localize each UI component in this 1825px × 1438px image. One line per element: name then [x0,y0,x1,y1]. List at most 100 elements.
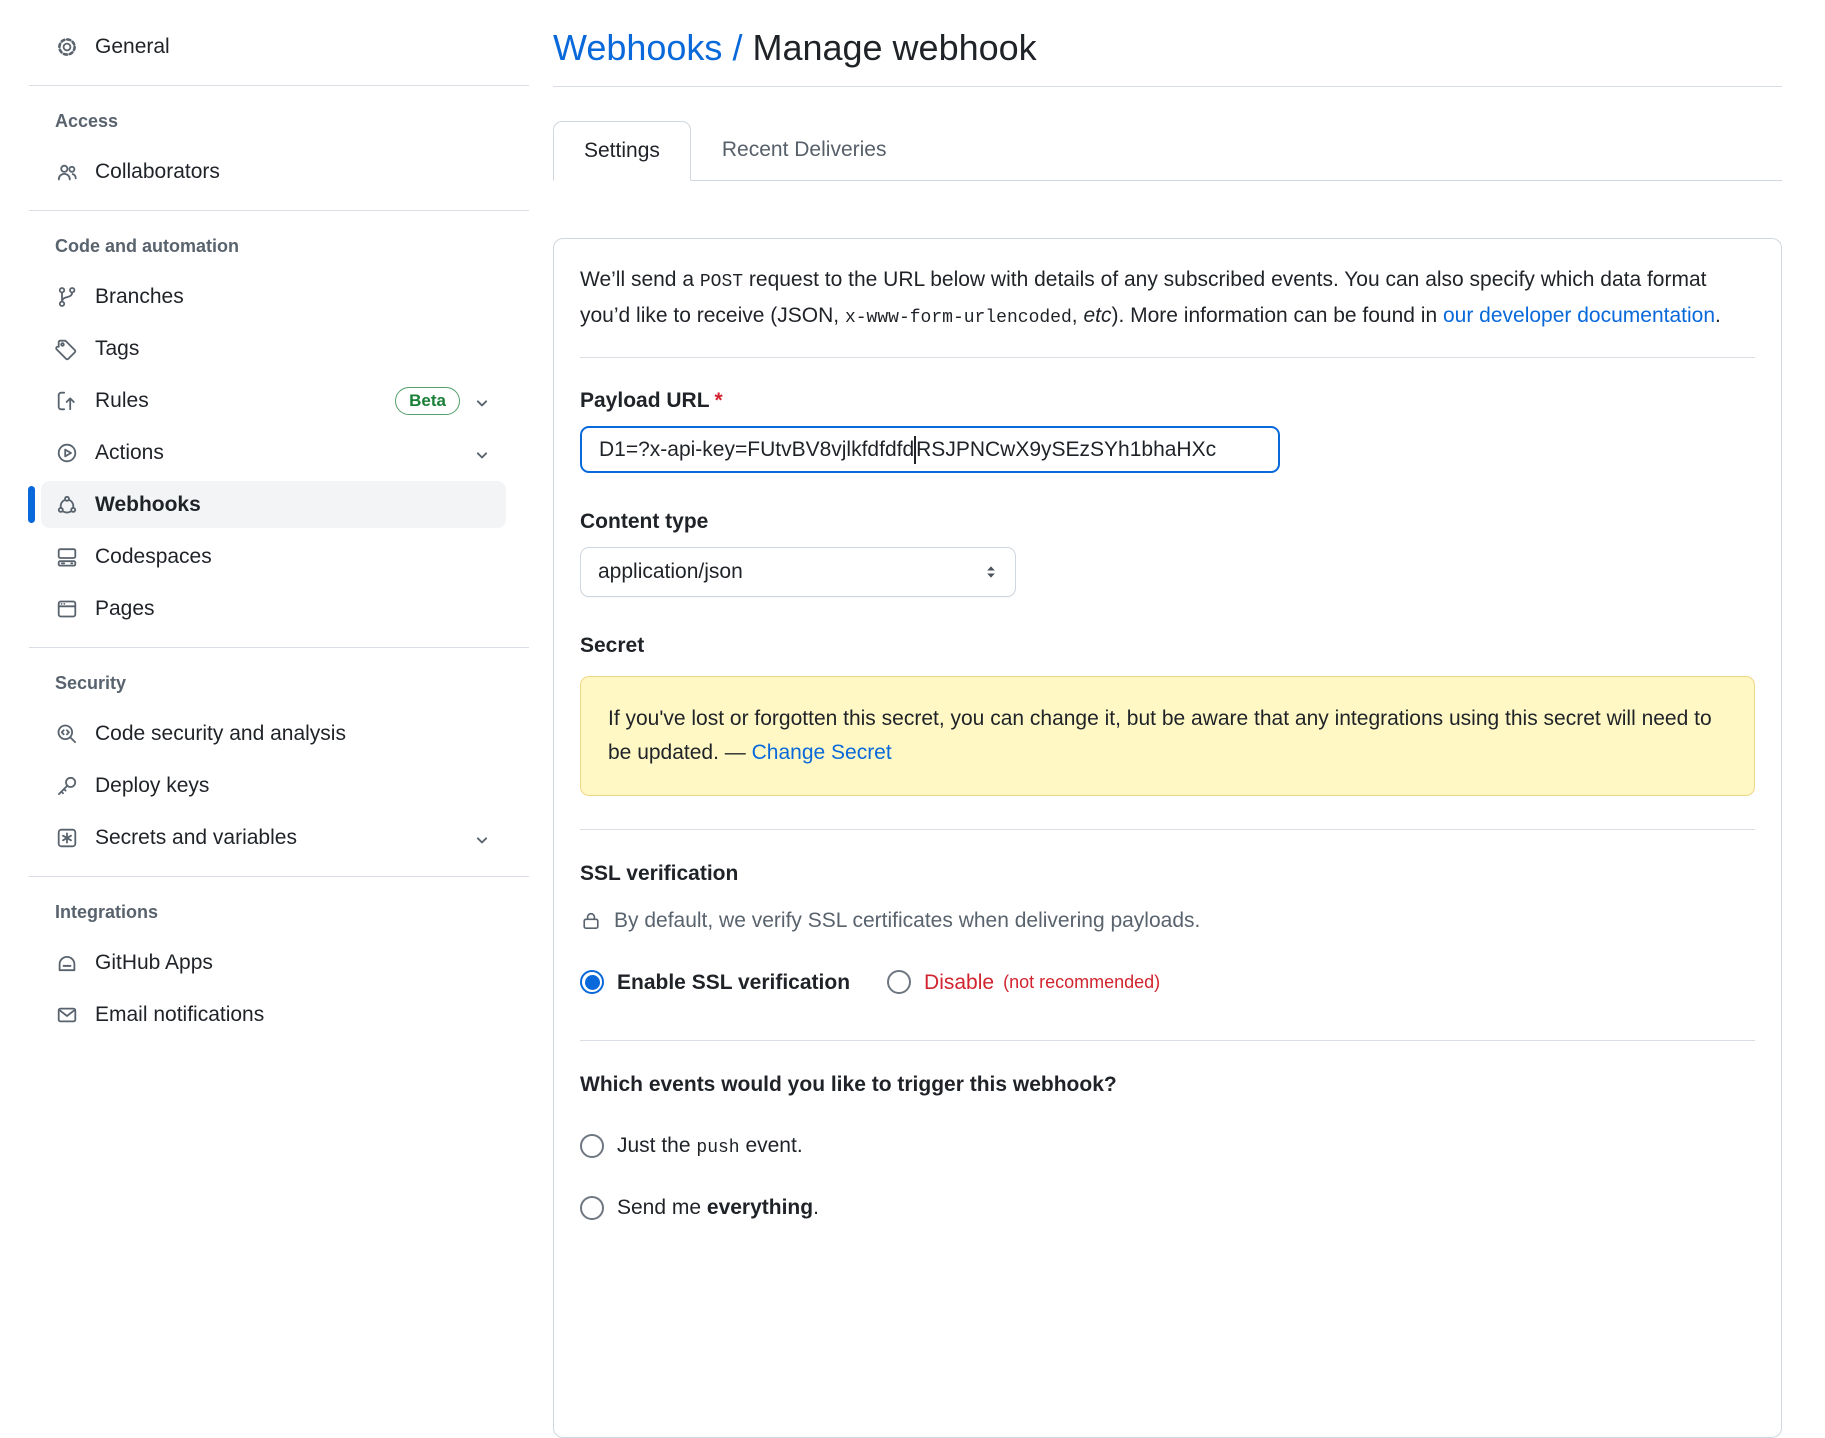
hubot-icon [55,951,79,975]
etc-text: etc [1083,304,1111,327]
breadcrumb-webhooks-link[interactable]: Webhooks / [553,27,742,68]
unfold-icon [980,561,1002,583]
secret-label: Secret [580,630,1755,661]
sidebar-item-label: Email notifications [95,999,264,1031]
sidebar-item-webhooks[interactable]: Webhooks [41,481,506,528]
everything-bold-text: everything [707,1196,813,1219]
section-divider [580,829,1755,830]
payload-url-group: Payload URL* D1=?x-api-key=FUtvBV8vjlkfd… [580,385,1755,473]
input-value-before-caret: D1=?x-api-key=FUtvBV8vjlkfdfdfd [599,434,914,466]
post-code-text: POST [700,272,743,292]
sidebar-item-tags[interactable]: Tags [41,325,506,372]
sidebar-item-code-security[interactable]: Code security and analysis [41,710,506,757]
webhook-icon [55,493,79,517]
disable-ssl-note: (not recommended) [1003,969,1160,996]
urlencoded-code-text: x-www-form-urlencoded [845,308,1072,328]
content-type-select[interactable]: application/json [580,547,1016,597]
content-type-label: Content type [580,506,1755,537]
sidebar-item-label: Deploy keys [95,770,209,802]
sidebar-item-label: Collaborators [95,156,220,188]
sidebar-item-label: GitHub Apps [95,947,213,979]
chevron-down-icon [472,443,492,463]
change-secret-link[interactable]: Change Secret [752,741,892,764]
intro-text: ). More information can be found in [1111,304,1443,327]
sidebar-divider [29,876,529,877]
gear-icon [55,35,79,59]
sidebar-item-label: Codespaces [95,541,212,573]
ssl-note-text: By default, we verify SSL certificates w… [614,905,1200,937]
rules-icon [55,389,79,413]
settings-sidebar: General Access Collaborators Code and au… [0,23,529,1438]
key-icon [55,774,79,798]
sidebar-item-label: Rules [95,385,149,417]
lock-icon [580,909,602,933]
push-code-text: push [696,1138,739,1158]
input-value-after-caret: RSJPNCwX9ySEzSYh1bhaHXc [916,434,1216,466]
sidebar-item-deploy-keys[interactable]: Deploy keys [41,762,506,809]
push-event-radio[interactable] [580,1134,604,1158]
sidebar-item-email-notifications[interactable]: Email notifications [41,991,506,1038]
sidebar-item-label: Code security and analysis [95,718,346,750]
chevron-down-icon [472,828,492,848]
payload-url-label: Payload URL* [580,385,1755,416]
everything-radio[interactable] [580,1196,604,1220]
secret-warning-banner: If you've lost or forgotten this secret,… [580,676,1755,796]
enable-ssl-radio[interactable] [580,970,604,994]
page-title: Webhooks / Manage webhook [553,23,1782,87]
code-scan-icon [55,722,79,746]
sidebar-item-collaborators[interactable]: Collaborators [41,148,506,195]
repo-settings-page: General Access Collaborators Code and au… [0,0,1825,1438]
disable-ssl-radio[interactable] [887,970,911,994]
everything-text: . [813,1196,819,1219]
payload-url-input[interactable]: D1=?x-api-key=FUtvBV8vjlkfdfdfdRSJPNCwX9… [580,426,1280,473]
sidebar-item-label: Branches [95,281,184,313]
sidebar-section-integrations: Integrations [29,901,529,923]
play-icon [55,441,79,465]
intro-text: We’ll send a [580,268,700,291]
people-icon [55,160,79,184]
payload-url-label-text: Payload URL [580,389,710,412]
sidebar-item-github-apps[interactable]: GitHub Apps [41,939,506,986]
sidebar-item-branches[interactable]: Branches [41,273,506,320]
mail-icon [55,1003,79,1027]
intro-paragraph: We’ll send a POST request to the URL bel… [580,263,1755,335]
sidebar-item-label: Secrets and variables [95,822,297,854]
push-event-text: event. [740,1134,803,1157]
sidebar-section-code-automation: Code and automation [29,235,529,257]
sidebar-divider [29,210,529,211]
tabnav: Settings Recent Deliveries [553,120,1782,181]
beta-badge: Beta [395,387,460,415]
push-event-text: Just the [617,1134,696,1157]
required-asterisk: * [715,389,723,412]
sidebar-item-pages[interactable]: Pages [41,585,506,632]
ssl-note: By default, we verify SSL certificates w… [580,905,1755,937]
push-event-label: Just the push event. [617,1130,803,1162]
sidebar-item-label: General [95,31,170,63]
content-type-group: Content type application/json [580,506,1755,597]
sidebar-item-label: Tags [95,333,139,365]
developer-documentation-link[interactable]: our developer documentation [1443,304,1715,327]
content-type-selected-value: application/json [598,556,743,588]
sidebar-section-access: Access [29,110,529,132]
webhook-settings-card: We’ll send a POST request to the URL bel… [553,238,1782,1438]
sidebar-item-codespaces[interactable]: Codespaces [41,533,506,580]
tab-settings[interactable]: Settings [553,121,691,181]
browser-icon [55,597,79,621]
sidebar-item-rules[interactable]: Rules Beta [41,377,506,424]
sidebar-item-label: Pages [95,593,155,625]
intro-text: . [1715,304,1721,327]
sidebar-item-general[interactable]: General [41,23,506,70]
codespaces-icon [55,545,79,569]
section-divider [580,357,1755,358]
chevron-down-icon [472,391,492,411]
events-heading: Which events would you like to trigger t… [580,1069,1755,1100]
main-content: Webhooks / Manage webhook Settings Recen… [553,23,1782,1438]
tab-recent-deliveries[interactable]: Recent Deliveries [691,120,918,180]
tag-icon [55,337,79,361]
secret-group: Secret If you've lost or forgotten this … [580,630,1755,796]
sidebar-item-label: Webhooks [95,489,201,521]
sidebar-item-secrets-variables[interactable]: Secrets and variables [41,814,506,861]
event-option-push: Just the push event. [580,1130,1755,1162]
sidebar-item-actions[interactable]: Actions [41,429,506,476]
enable-ssl-label: Enable SSL verification [617,967,850,999]
